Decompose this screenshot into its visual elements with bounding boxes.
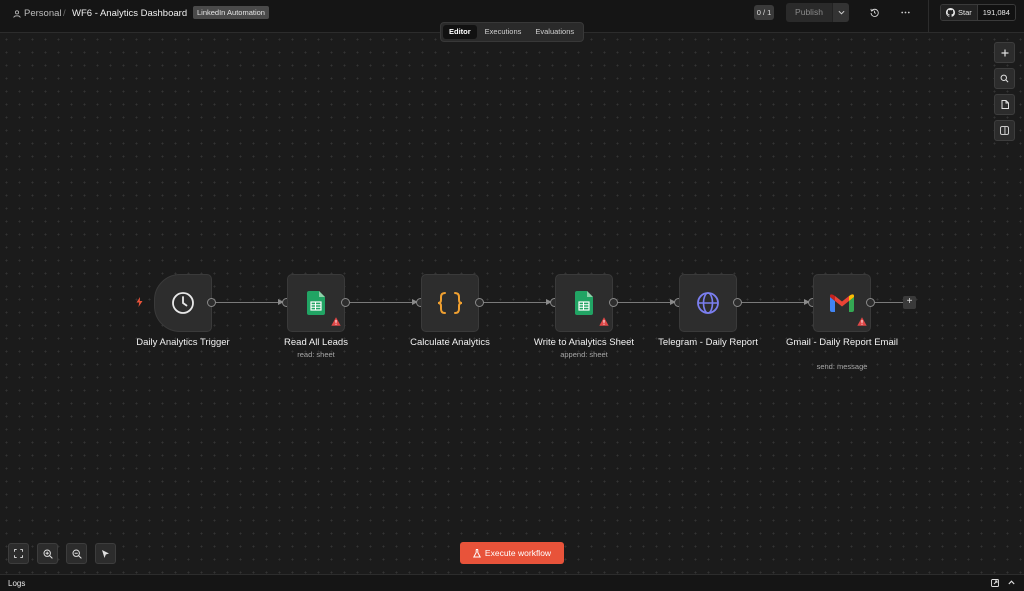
- execute-workflow-button[interactable]: Execute workflow: [460, 542, 564, 564]
- workflow-tag[interactable]: LinkedIn Automation: [193, 6, 269, 19]
- output-handle[interactable]: [733, 298, 742, 307]
- node-telegram-daily-report[interactable]: [679, 274, 737, 332]
- breadcrumb-personal-label: Personal: [24, 8, 62, 19]
- execute-workflow-label: Execute workflow: [484, 548, 552, 558]
- add-next-node-button[interactable]: +: [903, 296, 916, 309]
- output-handle[interactable]: [207, 298, 216, 307]
- connection-line: [741, 302, 805, 303]
- connection-line: [215, 302, 279, 303]
- node-label: Gmail - Daily Report Email: [786, 337, 898, 348]
- google-sheets-icon: [307, 291, 325, 315]
- add-sticky-note-button[interactable]: [994, 94, 1015, 115]
- warning-icon: [331, 317, 341, 326]
- code-braces-icon: [437, 292, 463, 314]
- lightning-icon: [136, 297, 143, 307]
- plus-icon: [1001, 49, 1008, 56]
- pointer-icon: [102, 549, 109, 558]
- node-subtitle: read: sheet: [297, 350, 335, 359]
- node-label: Telegram - Daily Report: [658, 337, 758, 348]
- logs-label: Logs: [8, 579, 26, 588]
- user-icon: [13, 9, 21, 18]
- github-icon: [946, 8, 955, 17]
- logs-panel-bar[interactable]: Logs: [0, 574, 1024, 591]
- connection-line: [875, 302, 903, 303]
- output-handle[interactable]: [866, 298, 875, 307]
- github-star-button[interactable]: Star: [941, 5, 977, 20]
- node-calculate-analytics[interactable]: [421, 274, 479, 332]
- node-label: Calculate Analytics: [410, 337, 490, 348]
- google-sheets-icon: [575, 291, 593, 315]
- globe-icon: [697, 292, 719, 314]
- warning-icon: [599, 317, 609, 326]
- popout-icon[interactable]: [991, 579, 999, 587]
- warning-icon: [857, 317, 867, 326]
- app-root: Personal / WF6 - Analytics Dashboard Lin…: [0, 0, 1024, 591]
- connection-line: [617, 302, 671, 303]
- fit-view-button[interactable]: [8, 543, 29, 564]
- node-daily-analytics-trigger[interactable]: [154, 274, 212, 332]
- workflow-title[interactable]: WF6 - Analytics Dashboard: [72, 8, 187, 19]
- sticky-note-icon: [1001, 100, 1009, 109]
- node-label: Write to Analytics Sheet: [533, 337, 635, 348]
- output-handle[interactable]: [475, 298, 484, 307]
- toggle-panel-button[interactable]: [994, 120, 1015, 141]
- tab-editor[interactable]: Editor: [443, 25, 477, 39]
- active-counter: 0 / 1: [754, 5, 774, 20]
- node-label: Read All Leads: [284, 337, 348, 348]
- node-label: Daily Analytics Trigger: [136, 337, 230, 348]
- history-button[interactable]: [866, 5, 882, 20]
- breadcrumb-personal[interactable]: Personal: [13, 8, 62, 19]
- zoom-in-icon: [42, 548, 53, 559]
- breadcrumb-separator: /: [63, 8, 66, 19]
- publish-button[interactable]: Publish: [786, 3, 832, 22]
- more-horizontal-icon: [900, 11, 910, 14]
- more-options-button[interactable]: [897, 5, 913, 20]
- output-handle[interactable]: [609, 298, 618, 307]
- search-icon: [1000, 74, 1009, 83]
- header-divider: [928, 0, 929, 33]
- tab-evaluations[interactable]: Evaluations: [529, 25, 580, 39]
- output-handle[interactable]: [341, 298, 350, 307]
- zoom-in-button[interactable]: [37, 543, 58, 564]
- pointer-mode-button[interactable]: [95, 543, 116, 564]
- publish-dropdown-button[interactable]: [832, 3, 849, 22]
- github-star-widget[interactable]: Star 191,084: [940, 4, 1016, 21]
- flask-icon: [472, 548, 481, 557]
- github-star-label: Star: [958, 8, 972, 17]
- add-node-button[interactable]: [994, 42, 1015, 63]
- search-nodes-button[interactable]: [994, 68, 1015, 89]
- zoom-out-button[interactable]: [66, 543, 87, 564]
- gmail-icon: [830, 294, 854, 312]
- tab-executions[interactable]: Executions: [479, 25, 528, 39]
- history-icon: [869, 8, 879, 17]
- panel-toggle-icon: [1000, 126, 1009, 135]
- connection-line: [483, 302, 547, 303]
- node-subtitle: send: message: [816, 362, 868, 371]
- chevron-down-icon: [838, 10, 844, 15]
- clock-icon: [172, 292, 194, 314]
- view-tabs: Editor Executions Evaluations: [440, 22, 584, 42]
- zoom-out-icon: [71, 548, 82, 559]
- connection-line: [349, 302, 413, 303]
- node-subtitle: append: sheet: [560, 350, 608, 359]
- github-star-count: 191,084: [976, 5, 1015, 20]
- chevron-up-icon[interactable]: [1008, 580, 1015, 585]
- fit-view-icon: [14, 549, 23, 558]
